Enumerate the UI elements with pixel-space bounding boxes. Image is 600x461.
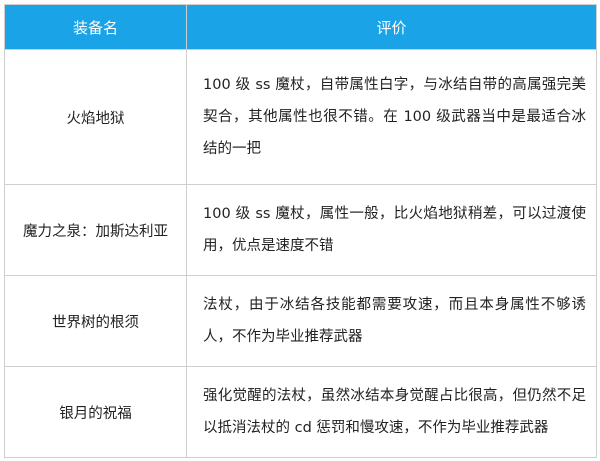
header-equipment-name: 装备名 [4, 4, 187, 50]
equipment-name-cell: 世界树的根须 [4, 275, 187, 367]
header-evaluation: 评价 [186, 4, 597, 50]
equipment-name-cell: 魔力之泉：加斯达利亚 [4, 184, 187, 276]
evaluation-cell: 100 级 ss 魔杖，自带属性白字，与冰结自带的高属强完美契合，其他属性也很不… [186, 49, 597, 185]
equipment-name-cell: 火焰地狱 [4, 49, 187, 185]
table-header-row: 装备名 评价 [4, 4, 597, 50]
table-row: 世界树的根须 法杖，由于冰结各技能都需要攻速，而且本身属性不够诱人，不作为毕业推… [4, 275, 597, 367]
equipment-table-container: 装备名 评价 火焰地狱 100 级 ss 魔杖，自带属性白字，与冰结自带的高属强… [4, 4, 597, 458]
evaluation-cell: 100 级 ss 魔杖，属性一般，比火焰地狱稍差，可以过渡使用，优点是速度不错 [186, 184, 597, 276]
table-row: 银月的祝福 强化觉醒的法杖，虽然冰结本身觉醒占比很高，但仍然不足以抵消法杖的 c… [4, 366, 597, 458]
table-row: 魔力之泉：加斯达利亚 100 级 ss 魔杖，属性一般，比火焰地狱稍差，可以过渡… [4, 184, 597, 276]
table-row: 火焰地狱 100 级 ss 魔杖，自带属性白字，与冰结自带的高属强完美契合，其他… [4, 49, 597, 185]
evaluation-cell: 法杖，由于冰结各技能都需要攻速，而且本身属性不够诱人，不作为毕业推荐武器 [186, 275, 597, 367]
equipment-name-cell: 银月的祝福 [4, 366, 187, 458]
equipment-table: 装备名 评价 火焰地狱 100 级 ss 魔杖，自带属性白字，与冰结自带的高属强… [4, 4, 597, 458]
evaluation-cell: 强化觉醒的法杖，虽然冰结本身觉醒占比很高，但仍然不足以抵消法杖的 cd 惩罚和慢… [186, 366, 597, 458]
